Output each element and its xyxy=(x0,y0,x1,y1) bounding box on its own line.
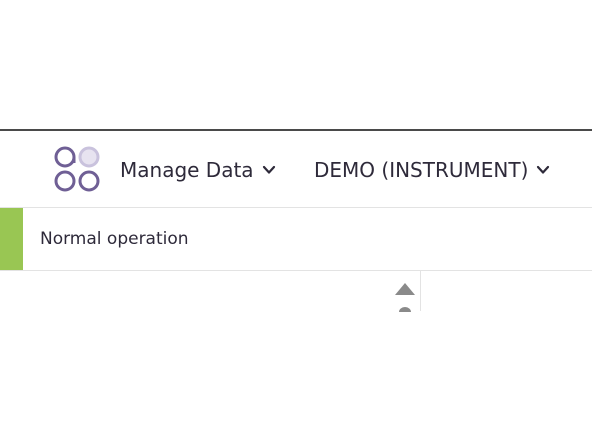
status-indicator xyxy=(0,208,23,270)
four-circles-logo-icon[interactable] xyxy=(52,144,102,194)
status-text: Normal operation xyxy=(40,229,189,249)
instrument-menu-label: DEMO (INSTRUMENT) xyxy=(314,158,529,182)
app-window: Manage Data DEMO (INSTRUMENT) Normal ope… xyxy=(0,0,592,444)
scrollbar-thumb[interactable] xyxy=(398,306,412,312)
scroll-up-button[interactable] xyxy=(394,282,416,296)
panel-divider xyxy=(420,271,421,311)
chevron-down-icon xyxy=(537,165,550,174)
manage-data-menu[interactable]: Manage Data xyxy=(120,155,276,185)
manage-data-menu-label: Manage Data xyxy=(120,158,254,182)
triangle-up-icon xyxy=(395,283,415,295)
chevron-down-icon xyxy=(262,165,275,174)
instrument-menu[interactable]: DEMO (INSTRUMENT) xyxy=(314,155,550,185)
